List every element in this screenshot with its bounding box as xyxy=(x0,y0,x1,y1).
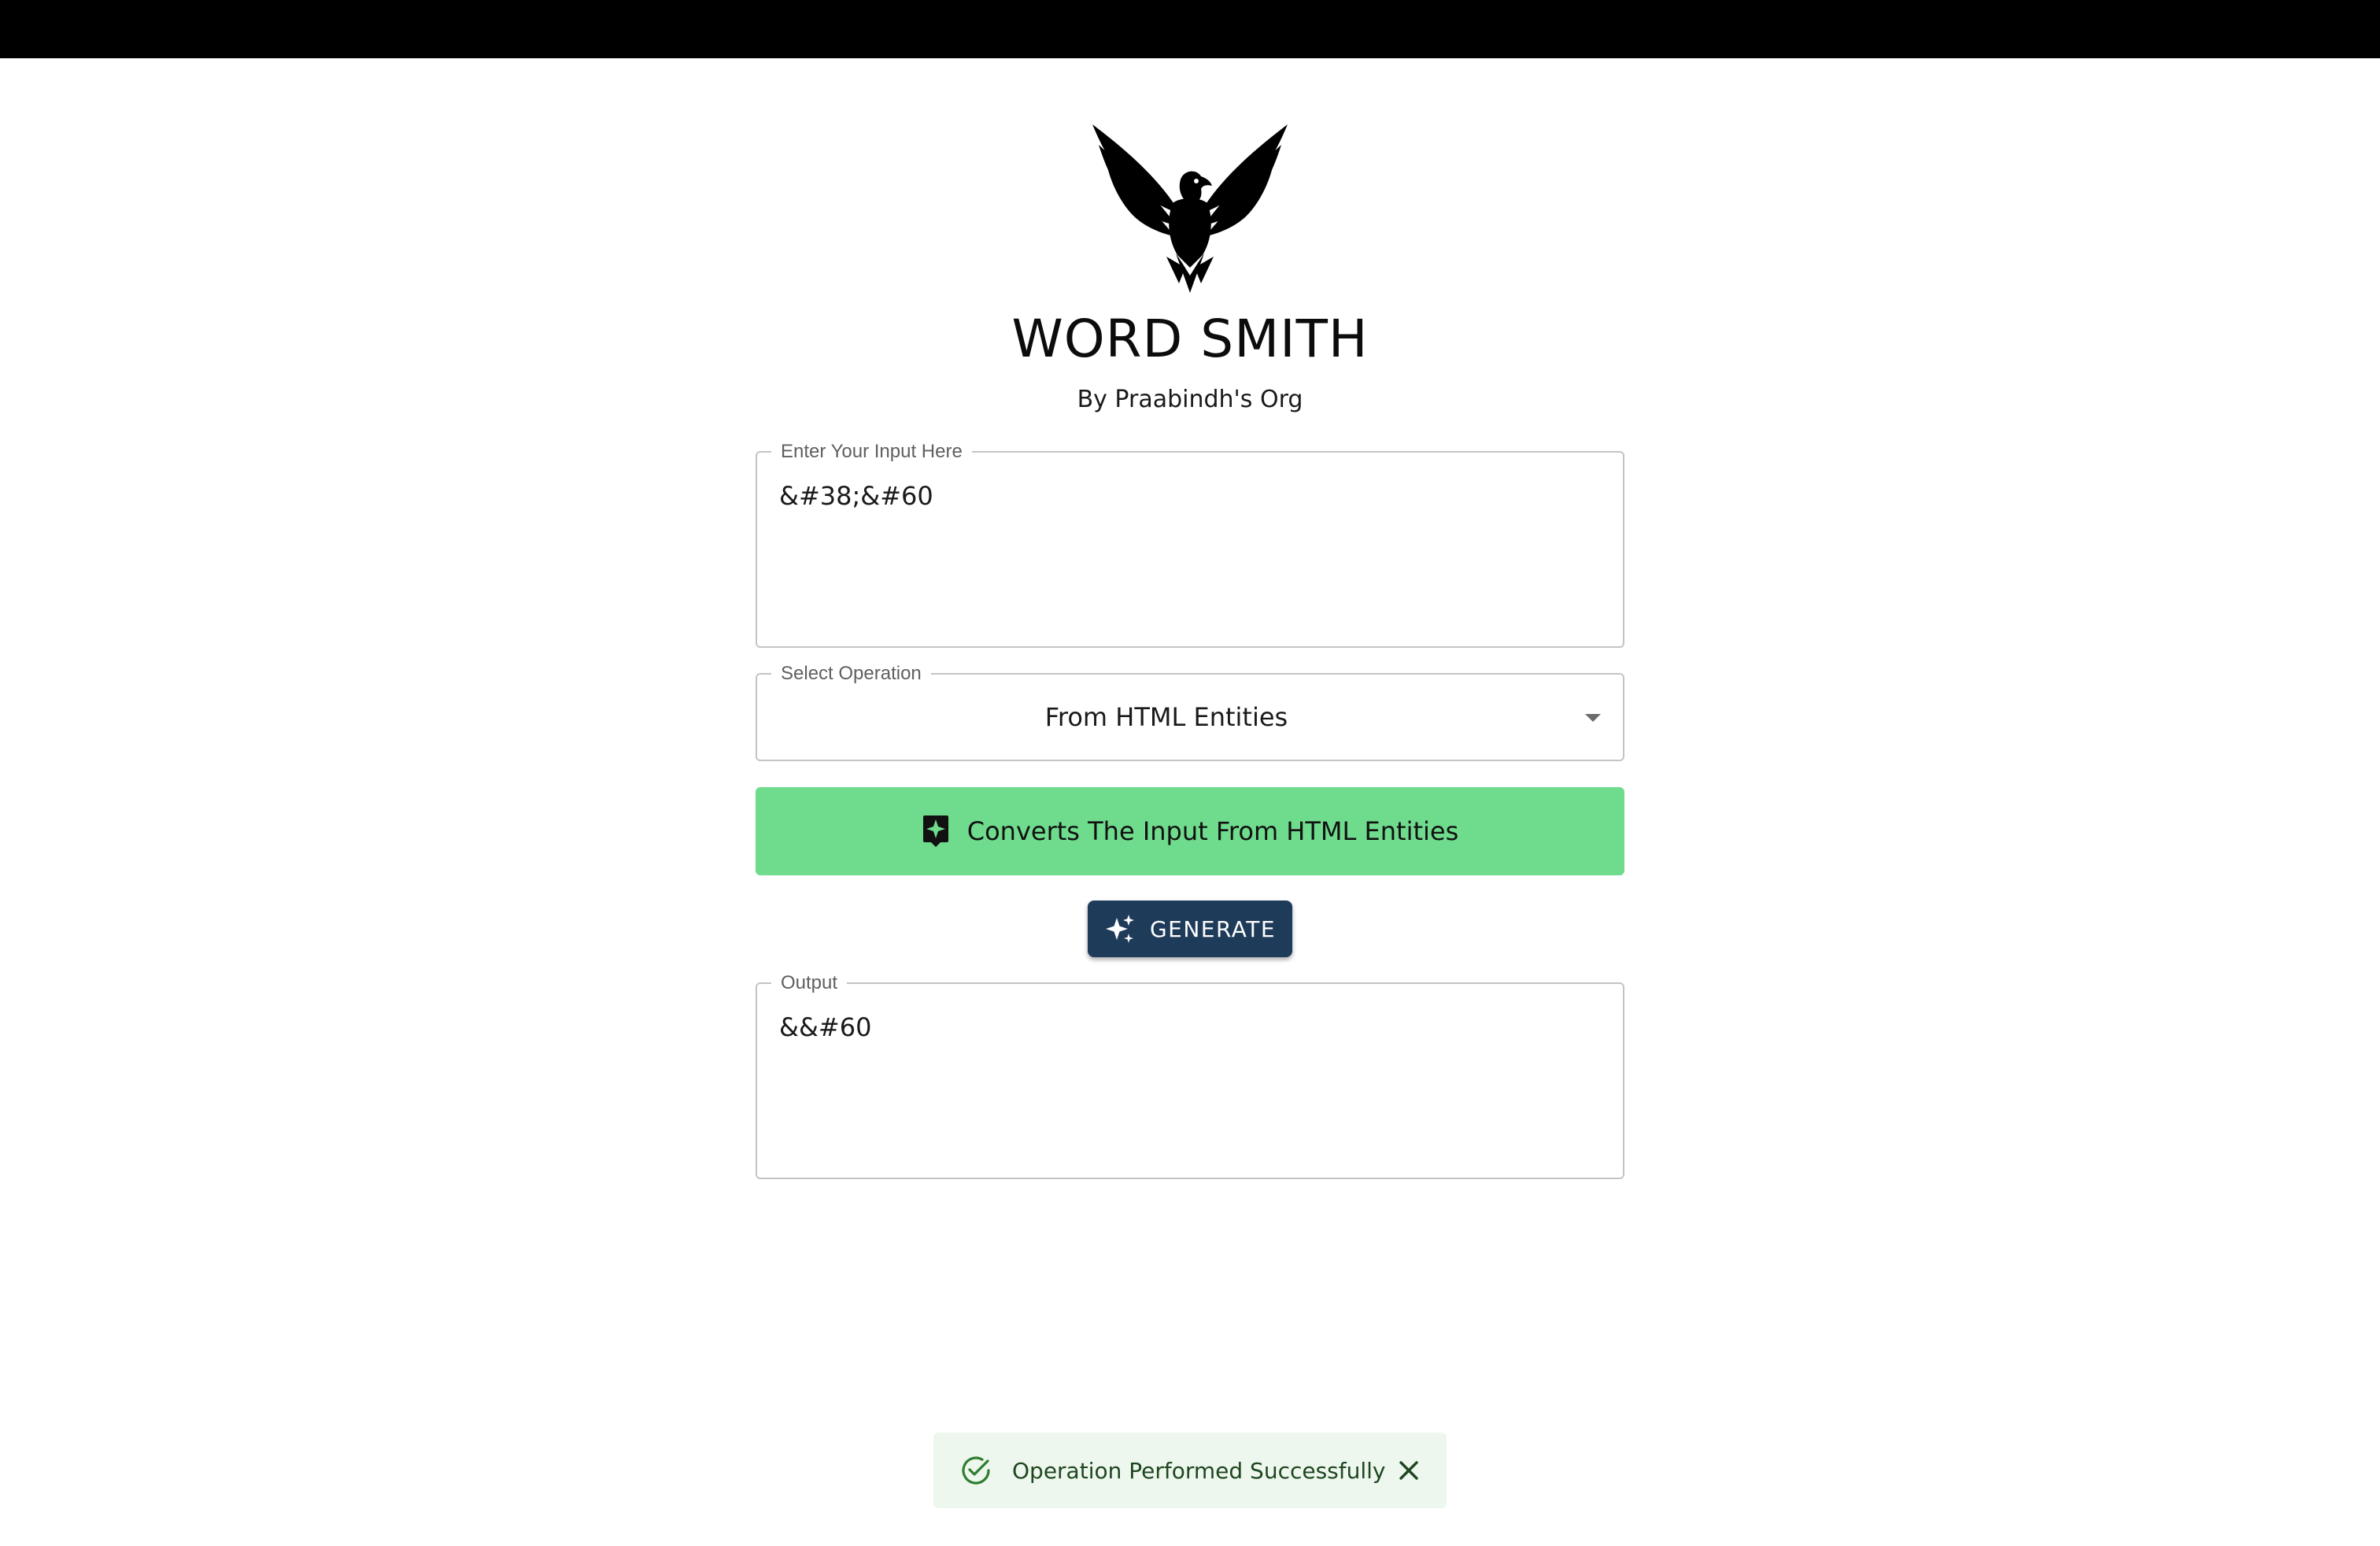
operation-info-banner: Converts The Input From HTML Entities xyxy=(756,787,1624,875)
operation-info-text: Converts The Input From HTML Entities xyxy=(966,816,1459,846)
app-title: WORD SMITH xyxy=(1011,309,1369,369)
generate-button-label: GENERATE xyxy=(1149,915,1277,942)
app-subtitle: By Praabindh's Org xyxy=(1077,386,1303,413)
output-textarea[interactable]: Output &&#60 xyxy=(756,971,1624,1179)
snackbar-message: Operation Performed Successfully xyxy=(1012,1457,1386,1484)
check-circle-icon xyxy=(962,1456,990,1485)
input-value[interactable]: &#38;&#60 xyxy=(779,479,933,512)
operation-select[interactable]: Select Operation From HTML Entities xyxy=(756,662,1624,761)
success-snackbar: Operation Performed Successfully xyxy=(933,1433,1447,1508)
caret-down-icon[interactable] xyxy=(1585,714,1601,722)
generate-button[interactable]: GENERATE xyxy=(1088,901,1292,957)
sparkle-badge-icon xyxy=(922,816,948,847)
browser-top-bar xyxy=(0,0,2380,58)
operation-selected-value[interactable]: From HTML Entities xyxy=(757,675,1544,760)
output-value[interactable]: &&#60 xyxy=(779,1011,871,1044)
sparkles-icon xyxy=(1105,915,1134,943)
eagle-logo xyxy=(1092,124,1288,293)
output-label: Output xyxy=(771,971,848,995)
close-icon[interactable] xyxy=(1395,1456,1423,1485)
input-label: Enter Your Input Here xyxy=(771,440,972,464)
input-textarea[interactable]: Enter Your Input Here &#38;&#60 xyxy=(756,440,1624,648)
